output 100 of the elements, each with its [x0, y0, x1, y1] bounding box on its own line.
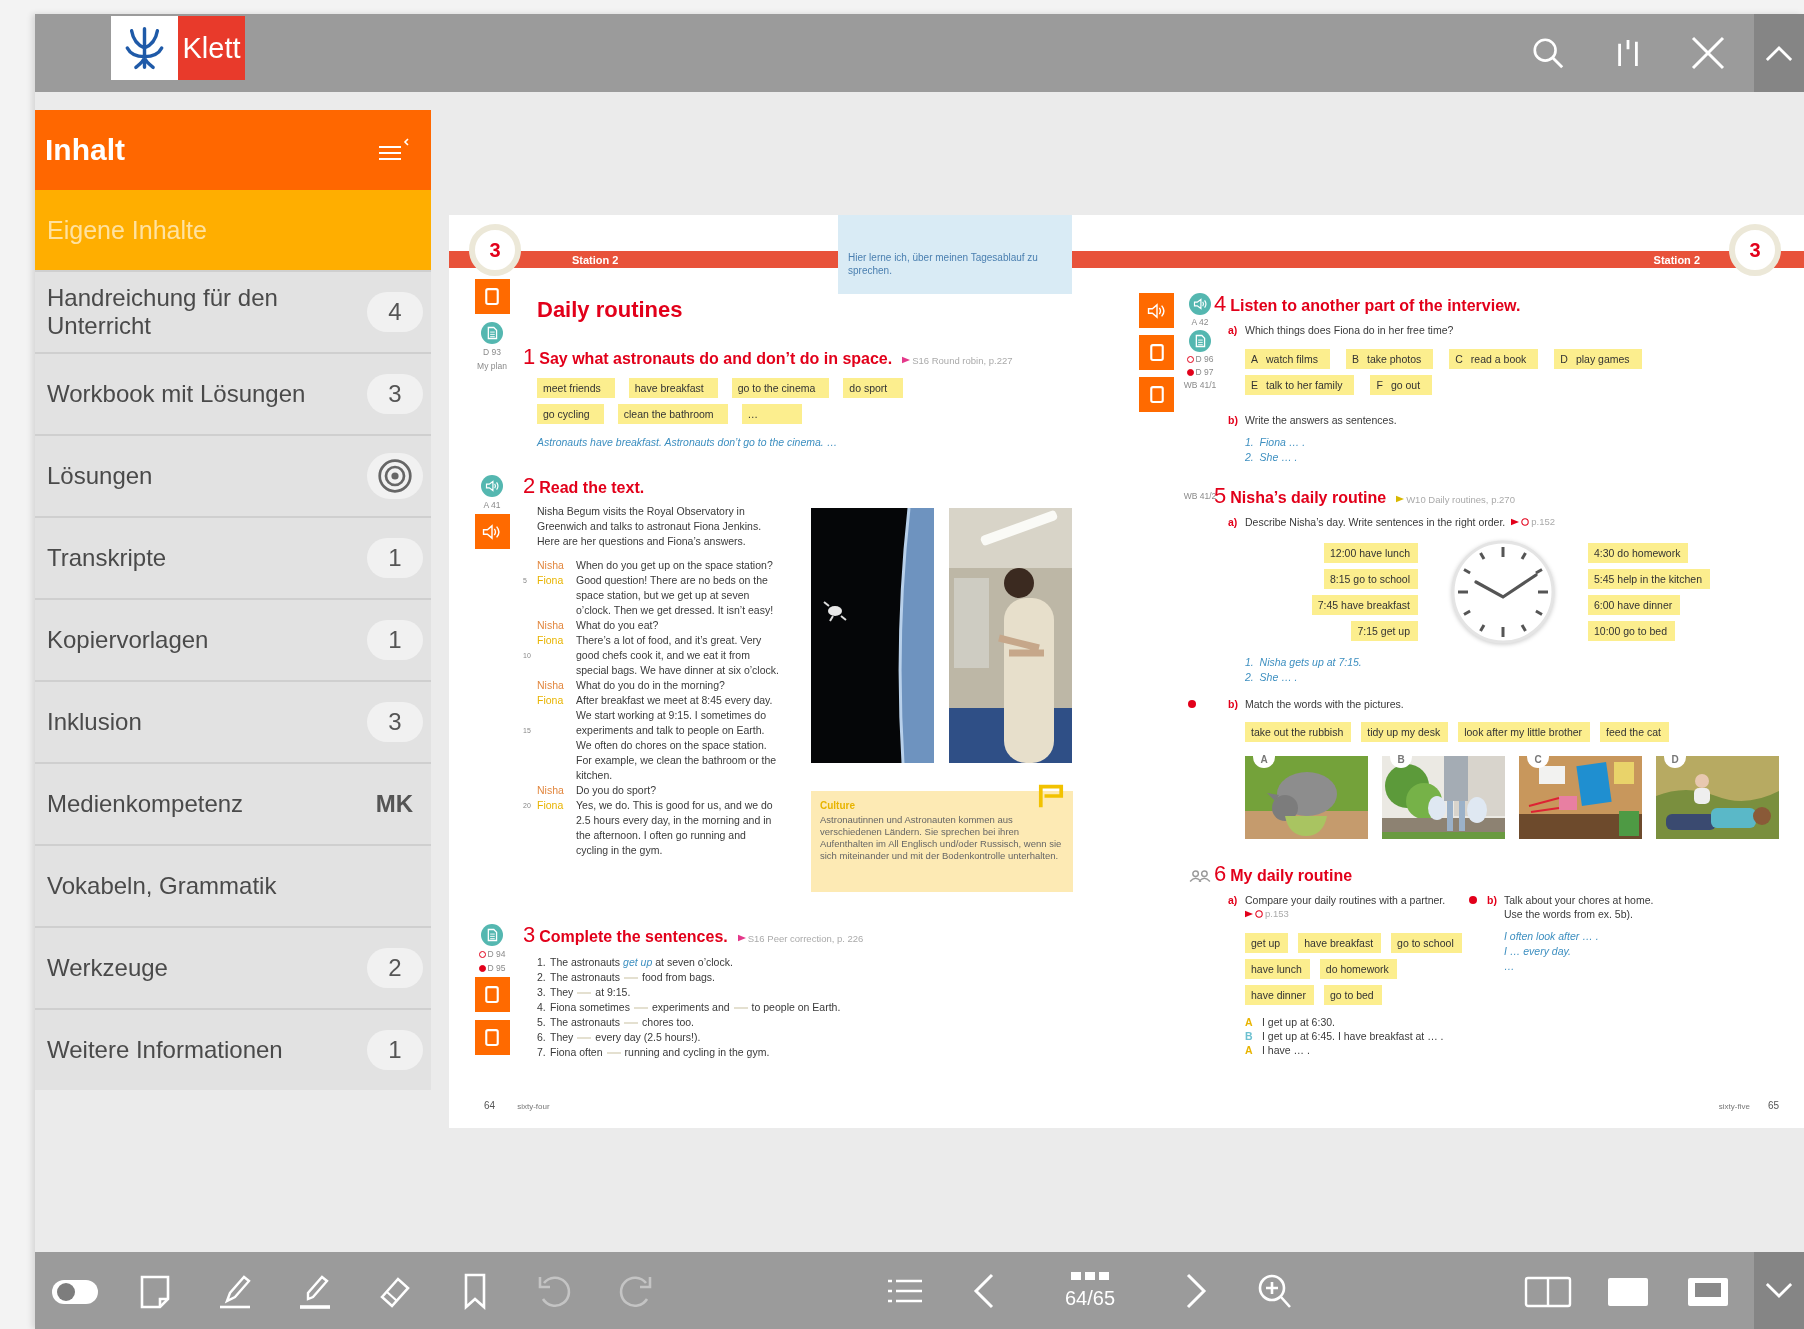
speaker-name: Nisha [537, 618, 565, 633]
count-badge: 3 [367, 374, 423, 414]
word-chip: go cycling [537, 404, 604, 424]
count-badge: 1 [367, 620, 423, 660]
part-label: a) [1228, 893, 1239, 907]
word-chip: feed the cat [1600, 722, 1669, 742]
word-chip: 6:00 have dinner [1588, 595, 1681, 615]
exercise-heading: Complete the sentences. [539, 927, 728, 947]
page-button[interactable] [1139, 335, 1174, 370]
content-item[interactable]: Handreichung für den Unterricht 4 [35, 270, 431, 352]
word-chip: clean the bathroom [617, 404, 728, 424]
word-chip: … [741, 404, 802, 424]
page-number-word: sixty-four [517, 1102, 550, 1111]
document-icon [481, 322, 503, 344]
page-number: 65 [1767, 1100, 1779, 1111]
word-chip: have breakfast [1298, 932, 1382, 953]
reference-label: My plan [477, 361, 507, 372]
pair-icon [1189, 869, 1211, 883]
content-item[interactable]: Kopiervorlagen 1 [35, 598, 431, 680]
exercise-number: 6 [1214, 863, 1227, 885]
speaker-name: Fiona [537, 693, 565, 708]
example-sentence: 1. Nisha gets up at 7:15. [1245, 655, 1363, 670]
audio-button[interactable] [474, 514, 510, 549]
speaker-name: Fiona [537, 633, 565, 648]
speaker-name: Fiona [537, 798, 565, 813]
item-label: Medienkompetenz [47, 789, 244, 819]
page-button[interactable] [1139, 377, 1174, 412]
reference-label: D 97 [1195, 367, 1214, 378]
flag-icon [1037, 783, 1065, 809]
example-sentence: I … every day. [1504, 944, 1572, 959]
part-label: b) [1487, 893, 1498, 907]
speaker-icon [481, 475, 503, 497]
dialogue-text: Do you do sport? [576, 783, 656, 798]
count-badge: 4 [367, 292, 423, 332]
reference-label: A 41 [483, 500, 501, 511]
menu-icon[interactable] [377, 137, 411, 163]
content-item[interactable]: Medienkompetenz MK [35, 762, 431, 844]
word-chip: 12:00 have lunch [1324, 543, 1418, 563]
task-text: Which things does Fiona do in her free time? [1245, 323, 1454, 337]
dialogue-text: What do you do in the morning? [576, 678, 725, 693]
pointer-icon [737, 934, 746, 942]
dialogue-text: What do you eat? [576, 618, 659, 633]
word-chip: have breakfast [628, 378, 718, 398]
word-chip: F go out [1370, 375, 1433, 395]
exercise-number: 2 [523, 475, 536, 497]
station-label: Station 2 [572, 253, 619, 266]
sidebar-title: Inhalt [45, 133, 125, 167]
speaker-name: Nisha [537, 783, 565, 798]
word-chip: C read a book [1449, 349, 1539, 369]
speaker-letter: A [1245, 1042, 1254, 1057]
example-sentence: 2. She … . [1245, 450, 1299, 465]
content-item[interactable]: Workbook mit Lösungen 3 [35, 352, 431, 434]
reference-label: D 94 [487, 949, 506, 960]
count-badge: 2 [367, 948, 423, 988]
word-chip: E talk to her family [1245, 375, 1355, 395]
logo-mark-icon [111, 16, 178, 80]
audio-button[interactable] [1139, 293, 1174, 328]
task-text: Talk about your chores at home. Use the words from ex. 5b). [1504, 893, 1654, 921]
collapse-button[interactable] [1754, 14, 1804, 92]
exercise-number: 4 [1214, 293, 1227, 315]
page-button[interactable] [474, 1020, 510, 1055]
word-chip: 5:45 help in the kitchen [1588, 569, 1710, 589]
page-button[interactable] [474, 977, 510, 1012]
task-text: Write the answers as sentences. [1245, 413, 1397, 427]
word-chip: 4:30 do homework [1588, 543, 1689, 563]
task-text: Compare your daily routines with a partner. [1245, 893, 1446, 907]
content-item[interactable]: Werkzeuge 2 [35, 926, 431, 1008]
word-chip: A watch films [1245, 349, 1330, 369]
expand-button[interactable] [1754, 1252, 1804, 1329]
pointer-icon [902, 356, 911, 364]
chevron-down-icon [1765, 1282, 1793, 1299]
word-chip: 10:00 go to bed [1588, 621, 1675, 641]
exercise-number: 1 [523, 346, 536, 368]
content-item[interactable]: Vokabeln, Grammatik [35, 844, 431, 926]
example-sentence: Astronauts have breakfast. Astronauts don’t go to the cinema. … [537, 435, 839, 450]
task-text: Match the words with the pictures. [1245, 697, 1404, 711]
page-number: 64 [484, 1100, 496, 1111]
word-chip: do homework [1319, 958, 1397, 979]
exercise-number: 3 [523, 924, 536, 946]
word-chip: B take photos [1345, 349, 1434, 369]
reference-label: D 93 [483, 347, 501, 358]
content-item[interactable]: Transkripte 1 [35, 516, 431, 598]
page-icon [485, 986, 499, 1003]
content-item[interactable]: Weitere Informationen 1 [35, 1008, 431, 1090]
content-item[interactable]: Lösungen [35, 434, 431, 516]
reference-text: p.152 [1531, 515, 1556, 529]
sentence-item: 6. They every day (2.5 hours!). [537, 1030, 702, 1045]
pointer-icon [1245, 909, 1253, 918]
dialogue-text: I have … . [1262, 1042, 1310, 1057]
word-chip: do sport [843, 378, 904, 398]
circle-icon [1521, 518, 1530, 526]
word-chip: go to bed [1323, 984, 1382, 1005]
circle-icon [1255, 909, 1263, 918]
content-item[interactable]: Inklusion 3 [35, 680, 431, 762]
page-button[interactable] [474, 279, 510, 314]
example-sentence: I often look after … . [1504, 929, 1600, 944]
speaker-name: Nisha [537, 678, 565, 693]
reference-text: p.153 [1265, 907, 1289, 920]
word-chip: have dinner [1245, 984, 1314, 1005]
close-icon [1690, 35, 1726, 71]
